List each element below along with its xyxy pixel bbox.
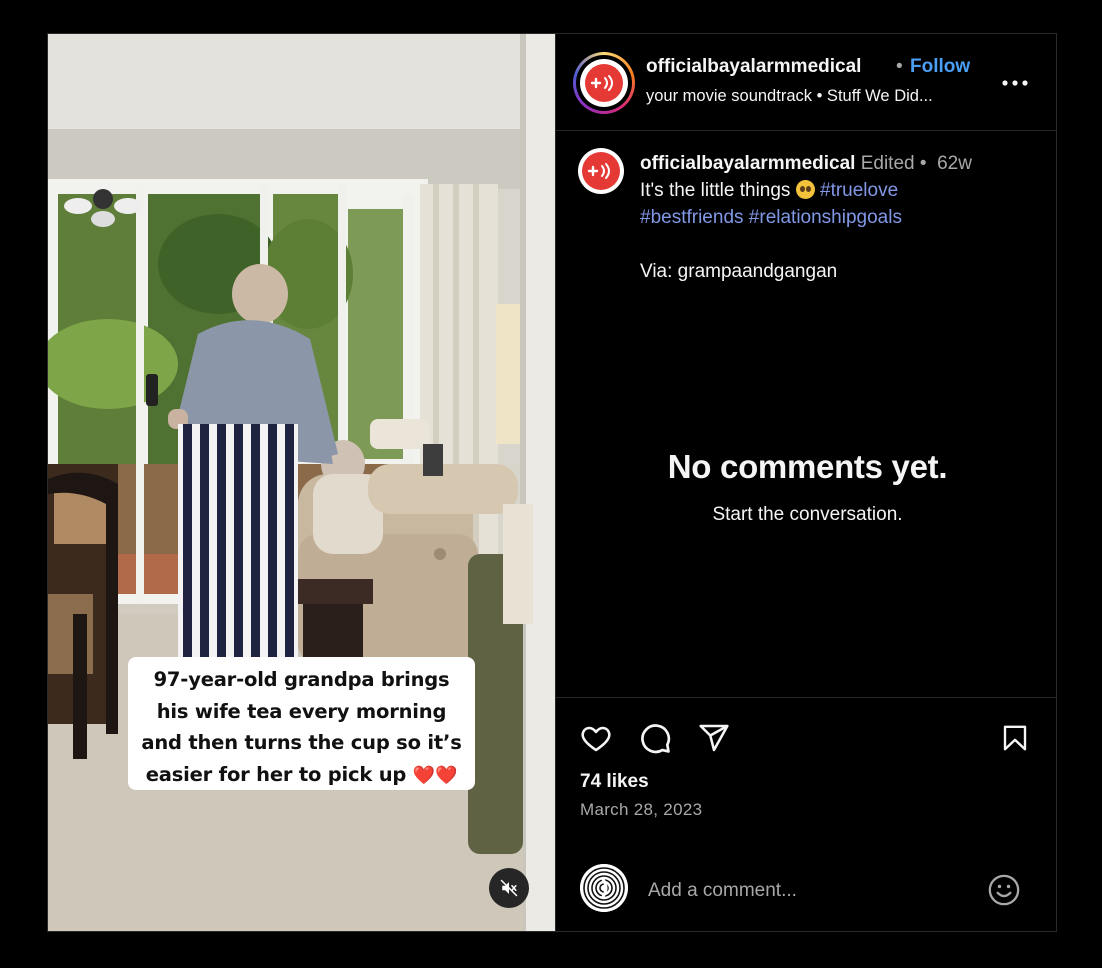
fingerprint-avatar-icon (580, 864, 628, 912)
medical-alarm-logo-icon (585, 64, 623, 102)
caption-line: 97-year-old grandpa brings (153, 668, 450, 691)
send-icon (699, 724, 729, 752)
comment-icon (641, 724, 671, 754)
caption-avatar[interactable] (578, 148, 624, 194)
medical-alarm-logo-icon (582, 152, 620, 190)
caption-hearts: ❤️❤️ (412, 764, 458, 786)
post-details-panel: officialbayalarmmedical • Follow your mo… (555, 34, 1056, 931)
audio-track-link[interactable]: your movie soundtrack • Stuff We Did... (646, 87, 933, 106)
hashtag-link[interactable]: #relationshipgoals (749, 207, 902, 228)
more-horizontal-icon (1002, 80, 1028, 86)
follow-button[interactable]: Follow (910, 56, 970, 78)
emoji-picker-button[interactable] (984, 870, 1024, 910)
speaker-muted-icon (500, 879, 518, 897)
more-options-button[interactable] (1000, 68, 1030, 98)
add-comment-bar (556, 848, 1056, 931)
post-age[interactable]: 62w (937, 153, 972, 174)
video-caption-overlay: 97-year-old grandpa brings his wife tea … (128, 657, 475, 790)
caption-username[interactable]: officialbayalarmmedical (640, 153, 855, 174)
likes-count[interactable]: 74 likes (580, 771, 649, 793)
avatar (580, 59, 628, 107)
caption-line: his wife tea every morning (156, 699, 447, 723)
like-button[interactable] (576, 718, 616, 758)
comment-input[interactable] (646, 875, 980, 907)
story-ring[interactable] (573, 52, 635, 114)
no-comments-subtitle: Start the conversation. (712, 504, 903, 525)
caption-line: and then turns the cup so it’s (141, 731, 462, 754)
caption-text: It's the little things (640, 180, 791, 201)
current-user-avatar[interactable] (580, 864, 628, 912)
bookmark-icon (1003, 725, 1027, 751)
caption-body: officialbayalarmmedical Edited • 62w It'… (640, 150, 1040, 285)
via-credit: Via: grampaandgangan (640, 261, 838, 282)
header-username[interactable]: officialbayalarmmedical (646, 56, 861, 78)
heart-icon (581, 726, 611, 752)
post-modal: 97-year-old grandpa brings his wife tea … (47, 33, 1057, 932)
edited-label: Edited (860, 153, 915, 174)
share-button[interactable] (694, 718, 734, 758)
no-comments-title: No comments yet. (667, 448, 948, 485)
post-date: March 28, 2023 (580, 800, 703, 819)
video-player[interactable]: 97-year-old grandpa brings his wife tea … (48, 34, 555, 931)
action-bar: 74 likes March 28, 2023 (556, 697, 1056, 931)
hashtag-link[interactable]: #bestfriends (640, 207, 744, 228)
video-frame (48, 34, 555, 931)
post-header: officialbayalarmmedical • Follow your mo… (556, 34, 1056, 131)
smiley-icon (988, 874, 1020, 906)
mute-toggle-button[interactable] (489, 868, 529, 908)
header-separator: • (896, 56, 903, 77)
comment-button[interactable] (635, 718, 675, 758)
pleading-face-emoji-icon (795, 180, 815, 199)
caption-separator: • (919, 153, 927, 174)
caption-line: easier for her to pick up (145, 762, 407, 786)
hashtag-link[interactable]: #truelove (820, 180, 898, 201)
save-button[interactable] (995, 718, 1035, 758)
